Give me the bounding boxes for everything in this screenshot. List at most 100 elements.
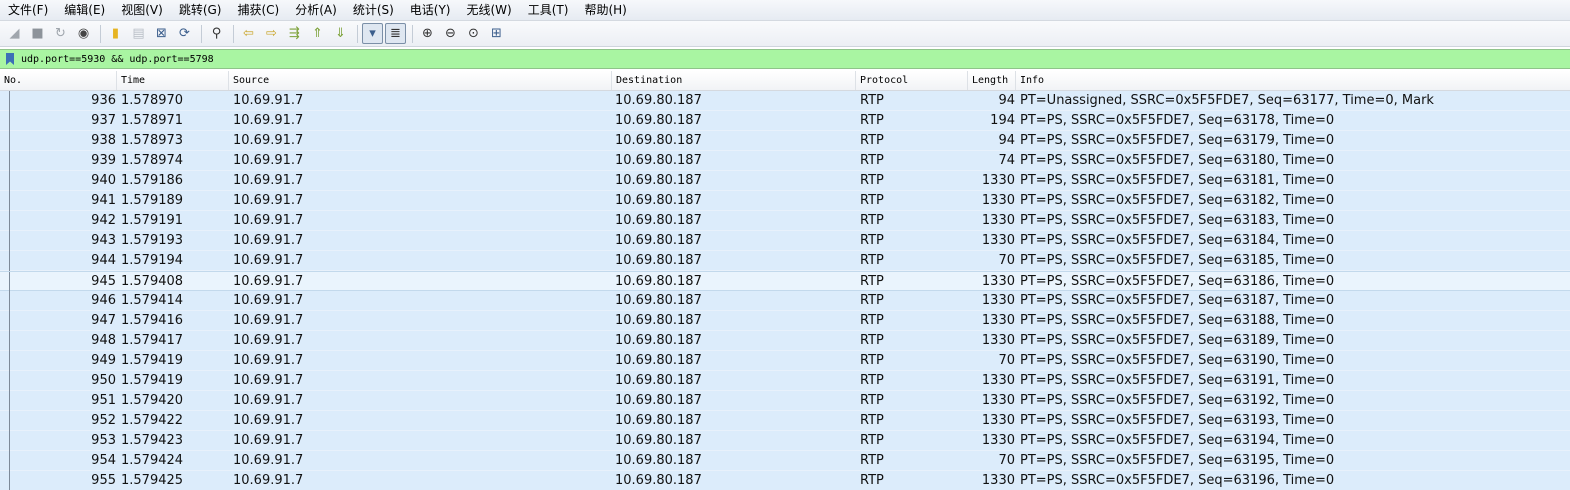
packet-source: 10.69.91.7 (233, 293, 304, 308)
go-to-packet-icon[interactable]: ⇶ (284, 23, 305, 44)
toolbar-separator (233, 24, 234, 43)
colorize-icon[interactable]: ≣ (385, 23, 406, 44)
packet-time: 1.579414 (121, 293, 184, 308)
close-file-icon[interactable]: ⊠ (151, 23, 172, 44)
go-forward-icon[interactable]: ⇨ (261, 23, 282, 44)
column-header-protocol[interactable]: Protocol (856, 71, 968, 90)
packet-row[interactable]: 937 1.578971 10.69.91.7 10.69.80.187 RTP 194 P… (0, 111, 1570, 131)
menu-item-6[interactable]: 统计(S) (345, 0, 402, 20)
packet-row[interactable]: 936 1.578970 10.69.91.7 10.69.80.187 RTP 94 PT… (0, 91, 1570, 111)
packet-protocol: RTP (860, 93, 884, 108)
packet-row[interactable]: 948 1.579417 10.69.91.7 10.69.80.187 RTP 1330… (0, 331, 1570, 351)
packet-row[interactable]: 952 1.579422 10.69.91.7 10.69.80.187 RTP 1330… (0, 411, 1570, 431)
reload-file-icon[interactable]: ⟳ (174, 23, 195, 44)
packet-info: PT=PS, SSRC=0x5F5FDE7, Seq=63184, Time=0 (1020, 233, 1335, 248)
display-filter-bar (0, 49, 1570, 69)
packet-source: 10.69.91.7 (233, 233, 304, 248)
start-capture-icon[interactable]: ◢ (4, 23, 25, 44)
menu-item-9[interactable]: 工具(T) (520, 0, 577, 20)
packet-destination: 10.69.80.187 (615, 413, 702, 428)
packet-info: PT=Unassigned, SSRC=0x5F5FDE7, Seq=63177… (1020, 93, 1434, 108)
packet-row[interactable]: 943 1.579193 10.69.91.7 10.69.80.187 RTP 1330… (0, 231, 1570, 251)
packet-rows: 936 1.578970 10.69.91.7 10.69.80.187 RTP 94 PT… (0, 91, 1570, 490)
packet-length: 1330 (981, 274, 1015, 289)
auto-scroll-icon[interactable]: ▾ (362, 23, 383, 44)
packet-length: 1330 (981, 373, 1015, 388)
column-header-destination[interactable]: Destination (612, 71, 856, 90)
go-first-packet-icon[interactable]: ⇑ (307, 23, 328, 44)
packet-protocol: RTP (860, 173, 884, 188)
packet-row[interactable]: 949 1.579419 10.69.91.7 10.69.80.187 RTP 70 PT… (0, 351, 1570, 371)
open-file-icon[interactable]: ▮ (105, 23, 126, 44)
display-filter-input[interactable] (21, 50, 1521, 68)
packet-time: 1.579416 (121, 313, 184, 328)
packet-row[interactable]: 951 1.579420 10.69.91.7 10.69.80.187 RTP 1330… (0, 391, 1570, 411)
packet-row[interactable]: 945 1.579408 10.69.91.7 10.69.80.187 RTP 1330… (0, 271, 1570, 292)
column-header-source[interactable]: Source (229, 71, 612, 90)
packet-length: 1330 (981, 173, 1015, 188)
packet-row[interactable]: 954 1.579424 10.69.91.7 10.69.80.187 RTP 70 PT… (0, 451, 1570, 471)
column-header-info[interactable]: Info (1016, 71, 1570, 90)
menu-item-2[interactable]: 视图(V) (113, 0, 171, 20)
menu-item-8[interactable]: 无线(W) (459, 0, 520, 20)
packet-length: 94 (998, 93, 1015, 108)
menu-item-7[interactable]: 电话(Y) (402, 0, 459, 20)
column-header-length[interactable]: Length (968, 71, 1016, 90)
packet-protocol: RTP (860, 453, 884, 468)
packet-info: PT=PS, SSRC=0x5F5FDE7, Seq=63196, Time=0 (1020, 473, 1335, 488)
packet-destination: 10.69.80.187 (615, 333, 702, 348)
menu-item-10[interactable]: 帮助(H) (576, 0, 634, 20)
zoom-out-icon[interactable]: ⊖ (440, 23, 461, 44)
packet-row[interactable]: 940 1.579186 10.69.91.7 10.69.80.187 RTP 1330… (0, 171, 1570, 191)
packet-time: 1.579186 (121, 173, 184, 188)
packet-info: PT=PS, SSRC=0x5F5FDE7, Seq=63182, Time=0 (1020, 193, 1335, 208)
packet-row[interactable]: 941 1.579189 10.69.91.7 10.69.80.187 RTP 1330… (0, 191, 1570, 211)
packet-length: 1330 (981, 333, 1015, 348)
packet-info: PT=PS, SSRC=0x5F5FDE7, Seq=63193, Time=0 (1020, 413, 1335, 428)
column-header-no[interactable]: No. (0, 71, 117, 90)
menu-item-5[interactable]: 分析(A) (287, 0, 345, 20)
packet-row[interactable]: 946 1.579414 10.69.91.7 10.69.80.187 RTP 1330… (0, 291, 1570, 311)
packet-row[interactable]: 944 1.579194 10.69.91.7 10.69.80.187 RTP 70 PT… (0, 251, 1570, 271)
packet-time: 1.578974 (121, 153, 184, 168)
packet-protocol: RTP (860, 373, 884, 388)
packet-no: 947 (91, 313, 116, 328)
packet-row[interactable]: 955 1.579425 10.69.91.7 10.69.80.187 RTP 1330… (0, 471, 1570, 490)
save-file-icon[interactable]: ▤ (128, 23, 149, 44)
packet-source: 10.69.91.7 (233, 193, 304, 208)
packet-row[interactable]: 939 1.578974 10.69.91.7 10.69.80.187 RTP 74 PT… (0, 151, 1570, 171)
zoom-in-icon[interactable]: ⊕ (417, 23, 438, 44)
menu-item-1[interactable]: 编辑(E) (56, 0, 113, 20)
go-last-packet-icon[interactable]: ⇓ (330, 23, 351, 44)
menu-item-0[interactable]: 文件(F) (0, 0, 56, 20)
filter-bookmark-icon[interactable] (3, 51, 17, 67)
column-header-time[interactable]: Time (117, 71, 229, 90)
go-back-icon[interactable]: ⇦ (238, 23, 259, 44)
packet-row[interactable]: 947 1.579416 10.69.91.7 10.69.80.187 RTP 1330… (0, 311, 1570, 331)
zoom-normal-icon[interactable]: ⊙ (463, 23, 484, 44)
resize-columns-icon[interactable]: ⊞ (486, 23, 507, 44)
menu-item-3[interactable]: 跳转(G) (171, 0, 230, 20)
packet-protocol: RTP (860, 193, 884, 208)
find-packet-icon[interactable]: ⚲ (206, 23, 227, 44)
packet-info: PT=PS, SSRC=0x5F5FDE7, Seq=63195, Time=0 (1020, 453, 1335, 468)
menu-item-4[interactable]: 捕获(C) (229, 0, 287, 20)
packet-row[interactable]: 950 1.579419 10.69.91.7 10.69.80.187 RTP 1330… (0, 371, 1570, 391)
stop-capture-icon[interactable]: ■ (27, 23, 48, 44)
packet-destination: 10.69.80.187 (615, 93, 702, 108)
packet-row[interactable]: 938 1.578973 10.69.91.7 10.69.80.187 RTP 94 PT… (0, 131, 1570, 151)
packet-source: 10.69.91.7 (233, 153, 304, 168)
packet-source: 10.69.91.7 (233, 353, 304, 368)
packet-destination: 10.69.80.187 (615, 433, 702, 448)
restart-capture-icon[interactable]: ↻ (50, 23, 71, 44)
toolbar-separator (201, 24, 202, 43)
packet-source: 10.69.91.7 (233, 213, 304, 228)
packet-row[interactable]: 953 1.579423 10.69.91.7 10.69.80.187 RTP 1330… (0, 431, 1570, 451)
packet-destination: 10.69.80.187 (615, 193, 702, 208)
packet-destination: 10.69.80.187 (615, 473, 702, 488)
packet-protocol: RTP (860, 153, 884, 168)
packet-protocol: RTP (860, 233, 884, 248)
packet-no: 936 (91, 93, 116, 108)
packet-row[interactable]: 942 1.579191 10.69.91.7 10.69.80.187 RTP 1330… (0, 211, 1570, 231)
capture-options-icon[interactable]: ◉ (73, 23, 94, 44)
